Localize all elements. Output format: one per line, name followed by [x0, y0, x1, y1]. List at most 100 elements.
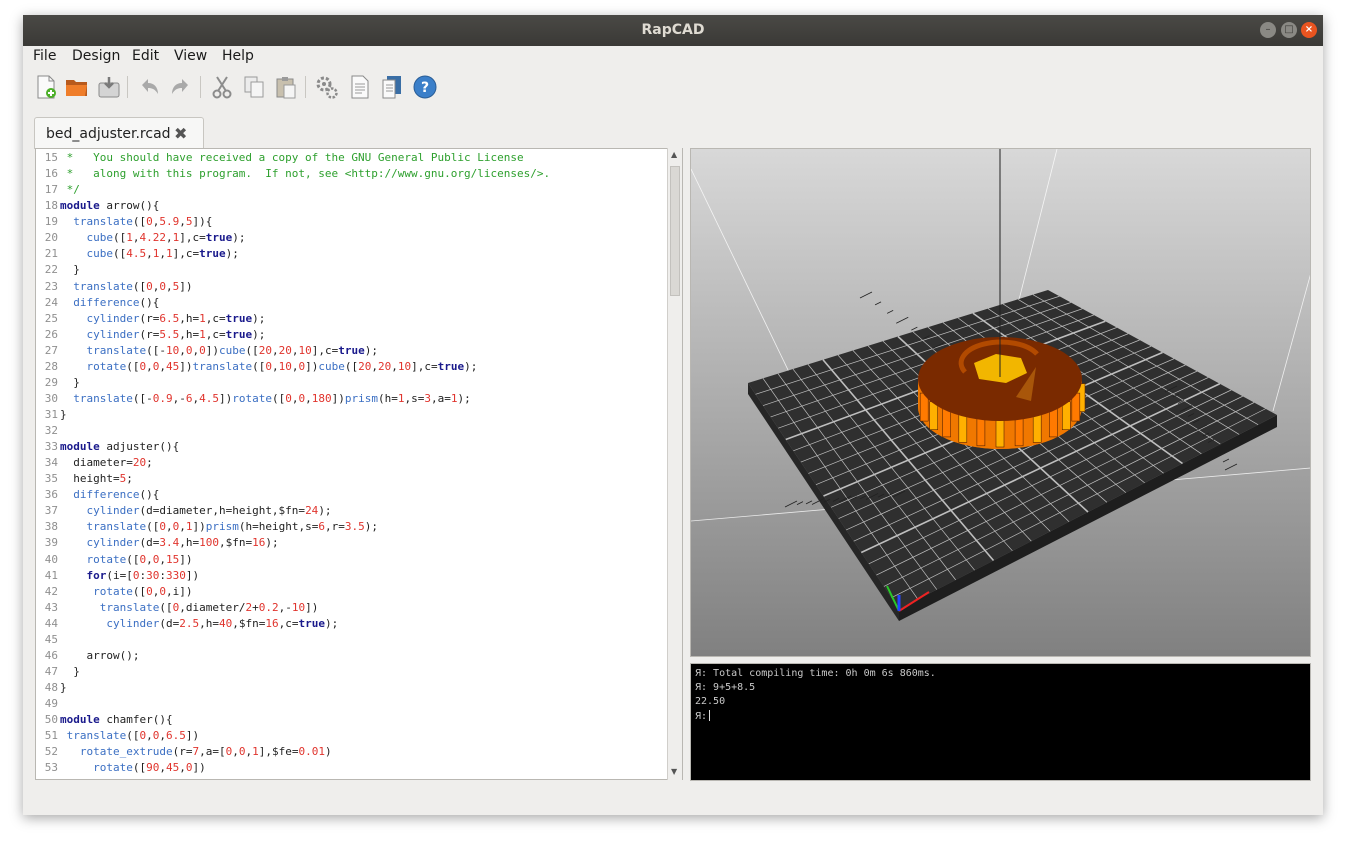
help-icon[interactable]: ? — [412, 74, 438, 100]
code-line[interactable]: translate([-10,0,0])cube([20,20,10],c=tr… — [60, 344, 378, 357]
code-line[interactable]: rotate([0,0,i]) — [60, 585, 192, 598]
tab-bed-adjuster[interactable]: bed_adjuster.rcad ✖ — [34, 117, 204, 149]
code-line[interactable]: module adjuster(){ — [60, 440, 179, 453]
code-line[interactable]: rotate([90,45,0]) — [60, 761, 206, 774]
line-number: 34 — [44, 456, 58, 470]
code-editor[interactable]: 15 * You should have received a copy of … — [35, 148, 683, 780]
code-line[interactable]: cylinder(d=2.5,h=40,$fn=16,c=true); — [60, 617, 338, 630]
code-line[interactable]: translate([0,0,1])prism(h=height,s=6,r=3… — [60, 520, 378, 533]
code-line[interactable]: difference(){ — [60, 296, 159, 309]
line-number: 53 — [44, 761, 58, 775]
compile-gears-icon[interactable] — [314, 74, 340, 100]
code-line[interactable]: translate([0,diameter/2+0.2,-10]) — [60, 601, 319, 614]
line-number: 32 — [44, 424, 58, 437]
code-line[interactable]: rotate_extrude(r=7,a=[0,0,1],$fe=0.01) — [60, 745, 332, 758]
redo-icon[interactable] — [168, 74, 194, 100]
code-line[interactable]: cylinder(r=6.5,h=1,c=true); — [60, 312, 266, 325]
code-line[interactable]: rotate([0,0,45])translate([0,10,0])cube(… — [60, 360, 478, 373]
code-line[interactable]: } — [60, 376, 80, 389]
console-output[interactable]: Я: Total compiling time: 0h 0m 6s 860ms.… — [690, 663, 1311, 781]
code-line[interactable]: arrow(); — [60, 649, 139, 662]
line-number: 21 — [44, 247, 58, 261]
undo-icon[interactable] — [136, 74, 162, 100]
text-cursor — [709, 710, 711, 721]
line-number: 22 — [44, 263, 58, 277]
code-line[interactable]: translate([0,5.9,5]){ — [60, 215, 212, 228]
title-bar[interactable]: RapCAD – □ × — [23, 15, 1323, 46]
line-number: 17 — [44, 183, 58, 197]
app-window: RapCAD – □ × File Design Edit View Help … — [23, 15, 1323, 815]
line-number: 35 — [44, 472, 58, 486]
menu-bar: File Design Edit View Help — [23, 46, 1323, 70]
code-line[interactable]: translate([-0.9,-6,4.5])rotate([0,0,180]… — [60, 392, 470, 405]
line-number: 41 — [44, 568, 58, 582]
code-line[interactable]: } — [60, 263, 80, 276]
code-line[interactable]: module arrow(){ — [60, 199, 159, 212]
gear-tooth — [995, 418, 1005, 448]
code-line[interactable]: translate([0,0,5]) — [60, 280, 192, 293]
gear-tooth — [1048, 408, 1058, 438]
3d-viewport[interactable] — [690, 148, 1311, 657]
line-number: 18 — [44, 199, 58, 213]
code-line[interactable]: translate([0,0,6.5]) — [60, 729, 199, 742]
code-line[interactable]: difference(){ — [60, 488, 159, 501]
line-number: 46 — [44, 648, 58, 662]
line-number: 40 — [44, 552, 58, 566]
scroll-up-icon[interactable]: ▲ — [671, 150, 677, 159]
export-document-icon[interactable] — [379, 74, 405, 100]
new-file-icon[interactable] — [33, 74, 59, 100]
code-line[interactable]: * along with this program. If not, see <… — [60, 167, 550, 180]
code-line[interactable]: cylinder(r=5.5,h=1,c=true); — [60, 328, 266, 341]
console-prompt: Я: — [695, 711, 708, 722]
code-line[interactable]: } — [60, 665, 80, 678]
scrollbar-thumb[interactable] — [670, 166, 680, 296]
code-line[interactable]: cylinder(d=diameter,h=height,$fn=24); — [60, 504, 332, 517]
generate-document-icon[interactable] — [347, 74, 373, 100]
gear-tooth — [976, 417, 986, 447]
menu-edit[interactable]: Edit — [132, 48, 159, 64]
line-number: 50 — [44, 713, 58, 727]
cut-icon[interactable] — [209, 74, 235, 100]
editor-scrollbar[interactable]: ▲ ▼ — [667, 148, 682, 780]
console-prompt-line[interactable]: Я: — [695, 710, 711, 722]
copy-icon[interactable] — [241, 74, 267, 100]
code-line[interactable]: module chamfer(){ — [60, 713, 173, 726]
gear-tooth — [958, 414, 968, 443]
save-icon[interactable] — [96, 74, 122, 100]
minimize-button[interactable]: – — [1260, 22, 1276, 38]
tab-bar: bed_adjuster.rcad ✖ — [23, 115, 1323, 149]
code-line[interactable]: } — [60, 408, 67, 421]
menu-design[interactable]: Design — [72, 48, 120, 64]
window-title: RapCAD — [641, 22, 705, 38]
line-number: 47 — [44, 664, 58, 678]
close-button[interactable]: × — [1301, 22, 1317, 38]
line-number: 43 — [44, 600, 58, 614]
menu-file[interactable]: File — [33, 48, 56, 64]
line-number: 26 — [44, 327, 58, 341]
paste-icon[interactable] — [273, 74, 299, 100]
line-number: 39 — [44, 536, 58, 550]
code-line[interactable]: */ — [60, 183, 80, 196]
line-number: 42 — [44, 584, 58, 598]
code-line[interactable]: cylinder(d=3.4,h=100,$fn=16); — [60, 536, 279, 549]
line-number: 31 — [44, 408, 58, 421]
scroll-down-icon[interactable]: ▼ — [671, 767, 677, 776]
code-line[interactable]: for(i=[0:30:330]) — [60, 569, 200, 582]
line-number: 36 — [44, 488, 58, 502]
line-number: 25 — [44, 311, 58, 325]
code-line[interactable]: height=5; — [60, 472, 133, 485]
open-folder-icon[interactable] — [64, 74, 90, 100]
maximize-button[interactable]: □ — [1281, 22, 1297, 38]
line-number: 19 — [44, 215, 58, 229]
code-line[interactable]: cube([1,4.22,1],c=true); — [60, 231, 246, 244]
menu-view[interactable]: View — [174, 48, 207, 64]
code-line[interactable]: diameter=20; — [60, 456, 153, 469]
code-line[interactable]: rotate([0,0,15]) — [60, 553, 193, 566]
code-line[interactable]: cube([4.5,1,1],c=true); — [60, 247, 239, 260]
console-line: Я: 9+5+8.5 — [695, 682, 756, 693]
close-tab-icon[interactable]: ✖ — [174, 124, 187, 143]
menu-help[interactable]: Help — [222, 48, 254, 64]
code-line[interactable]: } — [60, 681, 67, 694]
code-line[interactable]: * You should have received a copy of the… — [60, 151, 524, 164]
line-number: 15 — [44, 151, 58, 164]
